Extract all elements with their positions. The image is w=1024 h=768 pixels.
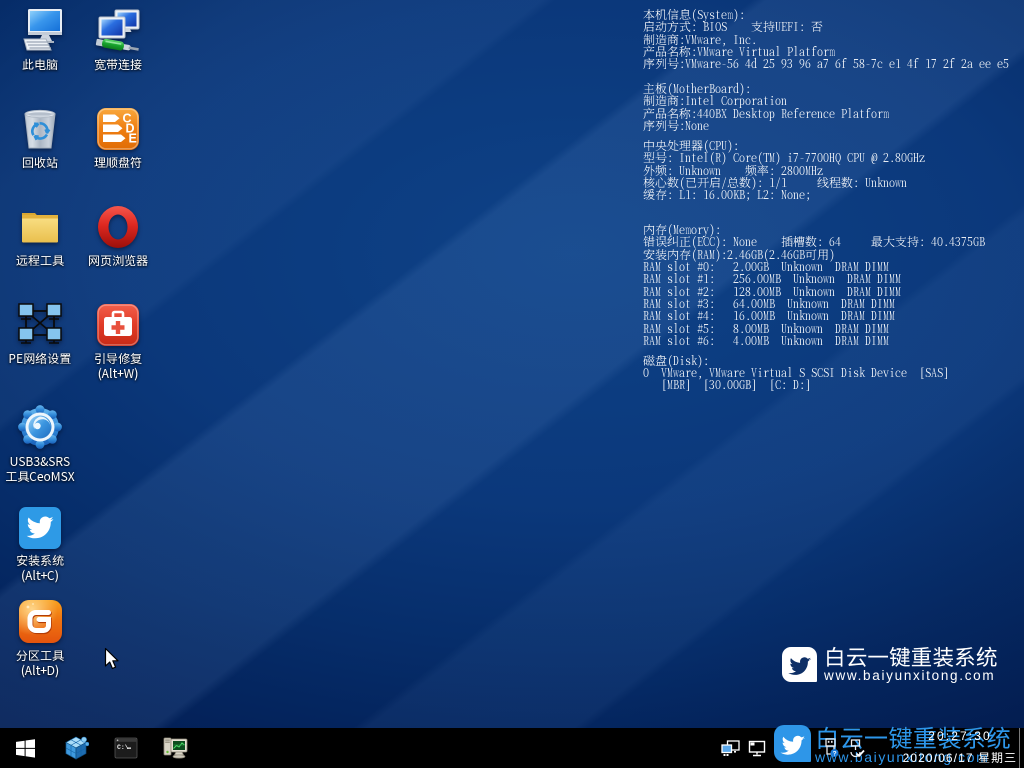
watermark-desktop: 白云一键重装系统 www.baiyunxitong.com bbox=[782, 647, 998, 683]
desktop-icon-label: 此电脑 bbox=[2, 57, 78, 72]
network-icon bbox=[16, 302, 64, 348]
desktop-icon-usb3-srs-tool[interactable]: USB3&SRS 工具CeoMSX bbox=[2, 403, 78, 484]
diskgenius-icon bbox=[17, 598, 64, 645]
usb-question-mark: ? bbox=[832, 751, 836, 758]
this-pc-icon bbox=[17, 8, 63, 54]
twitter-bird-app-icon bbox=[18, 506, 62, 550]
desktop: 本机信息(System): 启动方式: BIOS 支持UEFI: 否 制造商:V… bbox=[0, 0, 1024, 768]
desktop-icon-label2: 工具CeoMSX bbox=[2, 469, 78, 484]
system-info-section-memory: 内存(Memory): 错误纠正(ECC): None 插槽数: 64 最大支持… bbox=[643, 224, 985, 347]
desktop-icon-label: 分区工具 bbox=[2, 648, 78, 663]
watermark-title: 白云一键重装系统 bbox=[824, 646, 998, 668]
hardware-monitor-icon bbox=[163, 736, 188, 760]
desktop-icon-partition-tool[interactable]: 分区工具 (Alt+D) bbox=[2, 598, 78, 678]
mouse-cursor bbox=[104, 647, 119, 670]
clock-time: 20:27:30 bbox=[901, 729, 1019, 743]
folder-icon bbox=[17, 204, 63, 250]
opera-icon bbox=[95, 204, 141, 250]
watermark-text: 白云一键重装系统 www.baiyunxitong.com bbox=[824, 647, 998, 683]
system-info-section-motherboard: 主板(MotherBoard): 制造商:Intel Corporation 产… bbox=[643, 83, 889, 132]
system-tray: ? 20:27:30 2020/06/17 星期三 bbox=[717, 728, 1024, 768]
start-button[interactable] bbox=[6, 728, 44, 768]
broadband-icon bbox=[95, 8, 141, 54]
desktop-icon-label: 网页浏览器 bbox=[80, 253, 156, 268]
first-aid-kit-icon bbox=[95, 302, 141, 348]
usb3-tool-gear-icon bbox=[16, 403, 64, 451]
desktop-icon-label2: (Alt+W) bbox=[80, 366, 156, 381]
taskbar-app-hardware-monitor[interactable] bbox=[152, 728, 198, 768]
desktop-icon-label2: (Alt+D) bbox=[2, 663, 78, 678]
drive-letter-e: E bbox=[129, 132, 137, 146]
tray-input-device-icon[interactable] bbox=[843, 738, 869, 758]
desktop-icon-this-pc[interactable]: 此电脑 bbox=[2, 8, 78, 72]
desktop-icon-label: USB3&SRS bbox=[2, 454, 78, 469]
desktop-icon-web-browser[interactable]: 网页浏览器 bbox=[80, 204, 156, 268]
command-prompt-icon: C:\ bbox=[114, 737, 138, 759]
drive-letter-tool-icon: C D E bbox=[95, 106, 141, 152]
desktop-icon-label: 安装系统 bbox=[2, 553, 78, 568]
display-icon bbox=[747, 740, 766, 757]
blue-cube-icon bbox=[65, 736, 89, 760]
show-desktop-button[interactable] bbox=[1019, 728, 1024, 768]
system-info-section-disk: 磁盘(Disk): 0 VMware, VMware Virtual S SCS… bbox=[643, 355, 949, 392]
windows-logo-icon bbox=[16, 739, 35, 758]
usb-question-icon: ? bbox=[822, 738, 839, 758]
desktop-icon-label2: (Alt+C) bbox=[2, 568, 78, 583]
taskbar-app-pecmd[interactable] bbox=[54, 728, 100, 768]
recycle-bin-icon bbox=[17, 106, 63, 152]
twitter-badge-icon bbox=[782, 647, 817, 682]
desktop-icon-label: 引导修复 bbox=[80, 351, 156, 366]
usb-check-icon bbox=[847, 738, 865, 758]
desktop-icon-label: PE网络设置 bbox=[2, 351, 78, 366]
desktop-icon-remote-tools[interactable]: 远程工具 bbox=[2, 204, 78, 268]
twitter-bird-icon bbox=[786, 651, 813, 678]
tray-display-switch-icon[interactable] bbox=[717, 740, 743, 757]
desktop-icon-install-system[interactable]: 安装系统 (Alt+C) bbox=[2, 506, 78, 583]
clock-date: 2020/06/17 星期三 bbox=[901, 751, 1019, 765]
desktop-icon-label: 远程工具 bbox=[2, 253, 78, 268]
dual-display-icon bbox=[721, 740, 740, 757]
desktop-icon-broadband[interactable]: 宽带连接 bbox=[80, 8, 156, 72]
system-info-section-cpu: 中央处理器(CPU): 型号: Intel(R) Core(TM) i7-770… bbox=[643, 140, 925, 202]
desktop-icon-label: 理顺盘符 bbox=[80, 155, 156, 170]
taskbar-app-cmd[interactable]: C:\ bbox=[103, 728, 149, 768]
tray-display-settings-icon[interactable] bbox=[743, 740, 769, 757]
watermark-url: www.baiyunxitong.com bbox=[824, 669, 998, 683]
taskbar-clock[interactable]: 20:27:30 2020/06/17 星期三 bbox=[901, 731, 1019, 765]
desktop-icon-pe-network-settings[interactable]: PE网络设置 bbox=[2, 302, 78, 366]
desktop-icon-label: 宽带连接 bbox=[80, 57, 156, 72]
desktop-icon-label: 回收站 bbox=[2, 155, 78, 170]
tray-usb-unknown-icon[interactable]: ? bbox=[817, 738, 843, 758]
desktop-icon-recycle-bin[interactable]: 回收站 bbox=[2, 106, 78, 170]
desktop-icon-boot-repair[interactable]: 引导修复 (Alt+W) bbox=[80, 302, 156, 381]
system-info-section-system: 本机信息(System): 启动方式: BIOS 支持UEFI: 否 制造商:V… bbox=[643, 9, 1009, 71]
desktop-icon-drive-letter-tool[interactable]: C D E 理顺盘符 bbox=[80, 106, 156, 170]
